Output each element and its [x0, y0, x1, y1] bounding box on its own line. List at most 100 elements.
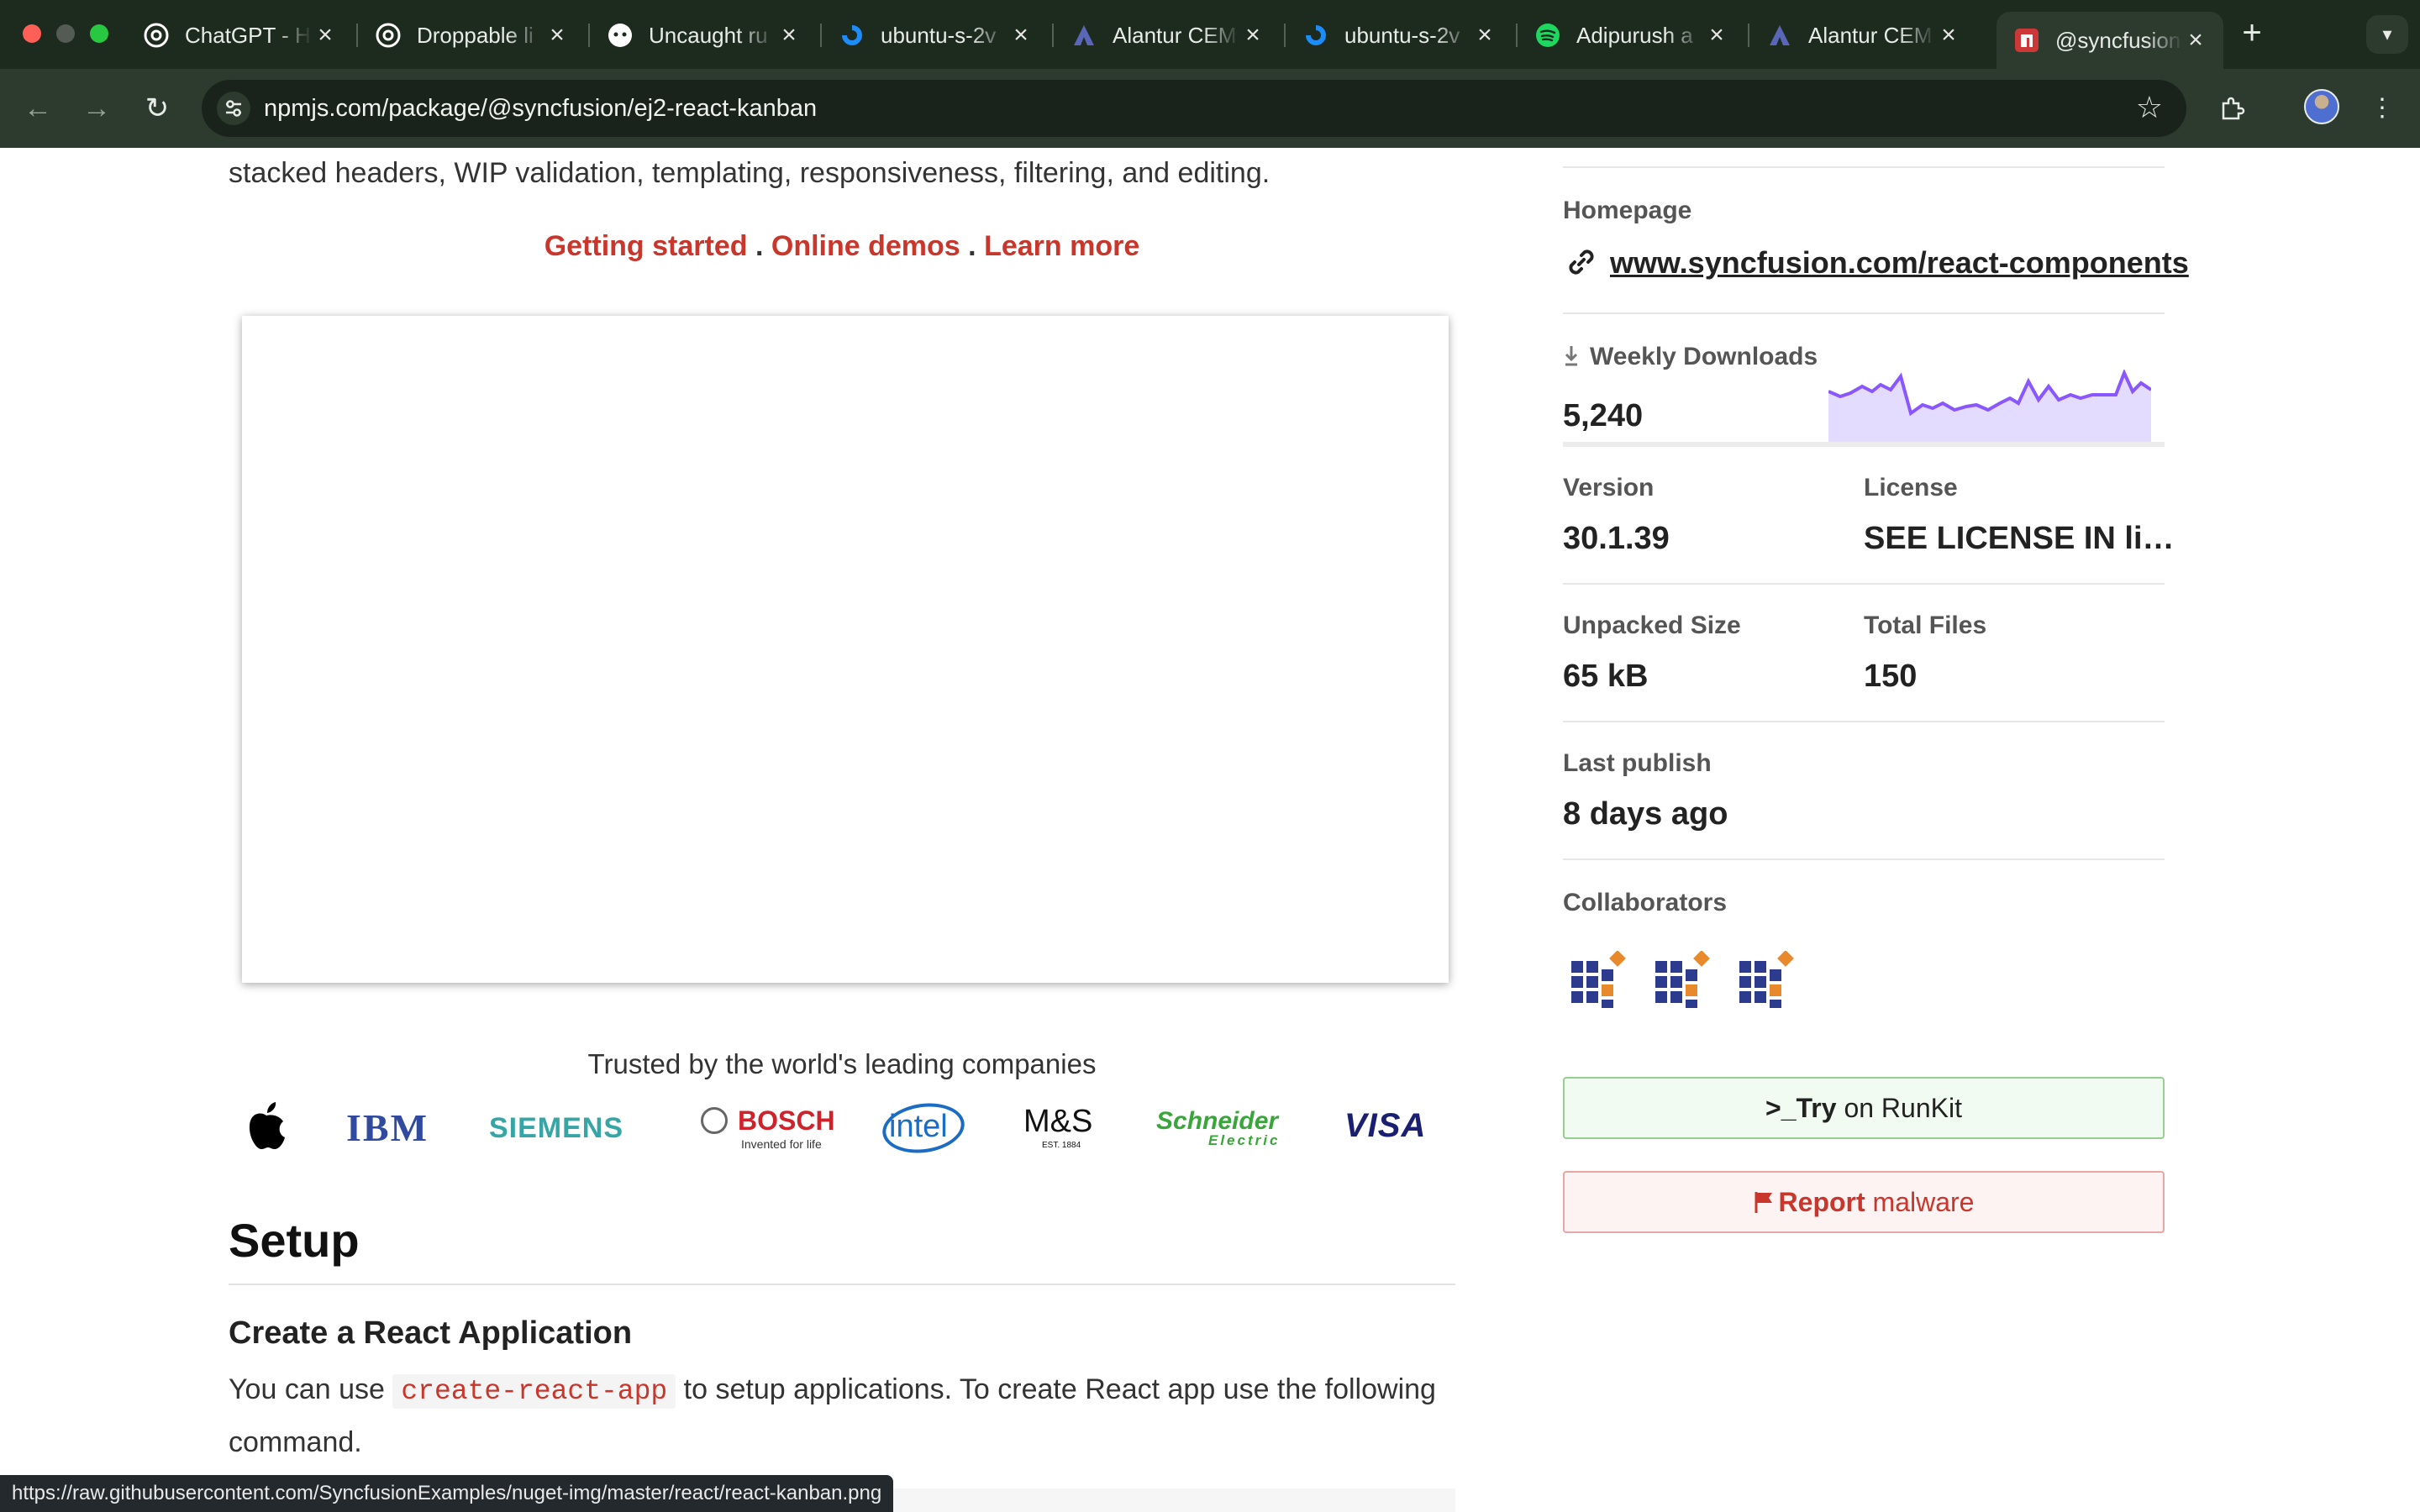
collaborator-avatar[interactable] [1568, 951, 1628, 1011]
minimize-window-button[interactable] [56, 24, 75, 43]
tab-adipurush[interactable]: Adipurush a × [1518, 12, 1744, 59]
tab-title: @syncfusion [2055, 27, 2181, 53]
extensions-puzzle-icon[interactable] [2213, 89, 2252, 128]
tab-close-icon[interactable]: × [544, 21, 570, 50]
link-status-bar: https://raw.githubusercontent.com/Syncfu… [0, 1475, 894, 1512]
tab-close-icon[interactable]: × [313, 21, 338, 50]
collaborators-label: Collaborators [1563, 889, 1728, 916]
try-on-runkit-button[interactable]: >_ Try on RunKit [1563, 1077, 2165, 1139]
kanban-preview-image[interactable] [242, 316, 1449, 983]
version-value: 30.1.39 [1563, 521, 1670, 556]
tab-title: ubuntu-s-2v [1344, 22, 1460, 48]
tab-droppable[interactable]: Droppable li × [358, 12, 585, 59]
learn-more-link[interactable]: Learn more [984, 230, 1139, 262]
ibm-logo: IBM [346, 1106, 429, 1149]
last-publish-label: Last publish [1563, 749, 1712, 777]
tab-ubuntu-2[interactable]: ubuntu-s-2v × [1286, 12, 1512, 59]
intel-logo: intel [889, 1109, 948, 1144]
maximize-window-button[interactable] [90, 24, 108, 43]
tab-search-chevron-icon[interactable]: ▾ [2366, 15, 2408, 54]
weekly-downloads-label: Weekly Downloads [1590, 343, 1818, 370]
tab-syncfusion-active[interactable]: @syncfusion × [1996, 12, 2223, 69]
tab-close-icon[interactable]: × [1704, 21, 1729, 50]
report-malware-button[interactable]: Report malware [1563, 1171, 2165, 1233]
tab-alantur-2[interactable]: Alantur CEM × [1749, 12, 1976, 59]
tab-title: Uncaught ru [649, 22, 768, 48]
spotify-icon [1534, 22, 1561, 49]
tab-title: ubuntu-s-2v [881, 22, 997, 48]
tab-close-icon[interactable]: × [1936, 21, 1961, 50]
profile-avatar[interactable] [2304, 89, 2339, 124]
readme-intro-text: stacked headers, WIP validation, templat… [229, 157, 1270, 189]
runkit-bold-label: Try [1796, 1092, 1837, 1123]
schneider-logo: Schneider [1156, 1107, 1279, 1135]
alantur-icon [1071, 22, 1097, 49]
total-files-value: 150 [1864, 659, 1918, 694]
siemens-logo: SIEMENS [489, 1112, 624, 1144]
report-label: malware [1865, 1186, 1975, 1217]
terminal-prompt-icon: >_ [1765, 1092, 1797, 1123]
collaborator-avatar[interactable] [1736, 951, 1797, 1011]
setup-heading: Setup [229, 1214, 360, 1267]
chatgpt-icon [375, 22, 402, 49]
sidebar-divider [1563, 721, 2165, 722]
create-react-app-heading: Create a React Application [229, 1315, 633, 1351]
flag-icon [1754, 1192, 1772, 1213]
digitalocean-icon [1302, 22, 1329, 49]
digitalocean-icon [839, 22, 865, 49]
tab-title: Droppable li [417, 22, 534, 48]
license-label: License [1864, 474, 1958, 501]
last-publish-value: 8 days ago [1563, 796, 1728, 832]
tab-alantur-1[interactable]: Alantur CEM × [1054, 12, 1281, 59]
trusted-by-text: Trusted by the world's leading companies [587, 1048, 1097, 1079]
browser-toolbar: ← → ↻ npmjs.com/package/@syncfusion/ej2-… [0, 69, 2420, 148]
tab-close-icon[interactable]: × [1472, 21, 1497, 50]
collaborator-avatar[interactable] [1652, 951, 1712, 1011]
bosch-icon [701, 1107, 728, 1134]
setup-paragraph: You can use create-react-app to setup ap… [229, 1364, 1455, 1467]
tab-title: Alantur CEM [1113, 22, 1237, 48]
back-arrow-icon[interactable]: ← [18, 89, 57, 128]
bookmark-star-icon[interactable]: ☆ [2136, 80, 2163, 135]
github-icon [607, 22, 634, 49]
tab-close-icon[interactable]: × [776, 21, 802, 50]
tab-ubuntu-1[interactable]: ubuntu-s-2v × [822, 12, 1049, 59]
sidebar-divider [1563, 166, 2165, 168]
address-bar[interactable]: npmjs.com/package/@syncfusion/ej2-react-… [202, 80, 2186, 137]
online-demos-link[interactable]: Online demos [771, 230, 960, 262]
tab-bar: ChatGPT - Help × Droppable li × Uncaught… [0, 0, 2420, 69]
bosch-tagline: Invented for life [741, 1137, 822, 1151]
homepage-link[interactable]: www.syncfusion.com/react-components [1610, 245, 2189, 281]
heading-divider [229, 1284, 1455, 1285]
close-window-button[interactable] [23, 24, 41, 43]
forward-arrow-icon[interactable]: → [77, 89, 116, 128]
inline-code: create-react-app [392, 1374, 676, 1409]
new-tab-button[interactable]: + [2233, 15, 2270, 52]
site-settings-icon[interactable] [217, 92, 250, 125]
tab-close-icon[interactable]: × [2183, 26, 2208, 55]
address-url-text: npmjs.com/package/@syncfusion/ej2-react-… [264, 95, 818, 122]
getting-started-link[interactable]: Getting started [544, 230, 748, 262]
tab-close-icon[interactable]: × [1008, 21, 1034, 50]
reload-icon[interactable]: ↻ [138, 89, 176, 128]
browser-menu-icon[interactable]: ⋮ [2363, 89, 2402, 128]
downloads-sparkline [1828, 370, 2151, 447]
apple-logo [249, 1102, 285, 1149]
bosch-logo: BOSCH [738, 1105, 835, 1136]
para-text-before: You can use [229, 1373, 385, 1405]
unpacked-size-value: 65 kB [1563, 659, 1649, 694]
download-icon [1565, 346, 1578, 366]
schneider-sub: Electric [1208, 1132, 1281, 1148]
downloads-underline [1563, 442, 2165, 447]
tab-close-icon[interactable]: × [1240, 21, 1265, 50]
tab-uncaught[interactable]: Uncaught ru × [590, 12, 817, 59]
homepage-label: Homepage [1563, 197, 1692, 224]
npm-icon [2013, 27, 2040, 54]
link-separator: . [755, 230, 764, 262]
tab-chatgpt[interactable]: ChatGPT - Help × [126, 12, 353, 59]
license-value: SEE LICENSE IN li… [1864, 521, 2175, 556]
unpacked-size-label: Unpacked Size [1563, 612, 1741, 639]
visa-logo: VISA [1344, 1107, 1427, 1144]
tab-title: Adipurush a [1576, 22, 1693, 48]
chatgpt-icon [143, 22, 170, 49]
